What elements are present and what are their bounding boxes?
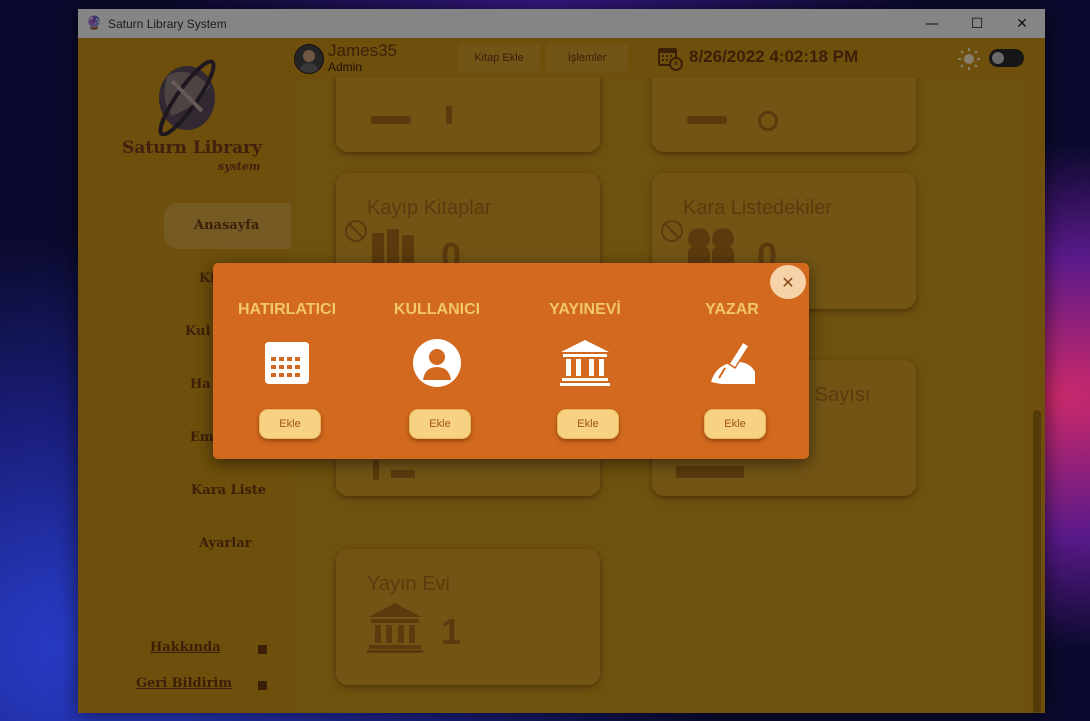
user-icon [413, 339, 461, 387]
add-publisher-button[interactable]: Ekle [557, 409, 619, 439]
author-column: YAZAR Ekle [658, 263, 806, 459]
user-column: KULLANICI Ekle [363, 263, 511, 459]
calendar-icon [265, 342, 309, 384]
add-author-button[interactable]: Ekle [704, 409, 766, 439]
pen-hand-icon [711, 340, 755, 384]
user-title: KULLANICI [393, 301, 481, 318]
publisher-title: YAYINEVİ [549, 301, 621, 318]
author-title: YAZAR [705, 301, 759, 318]
quick-add-modal: ✕ HATIRLATICI Ekle KULLANICI Ekle YAYINE… [213, 263, 809, 459]
reminder-column: HATIRLATICI Ekle [213, 263, 361, 459]
bank-icon [560, 340, 610, 386]
app-window: 🔮 Saturn Library System — ☐ ✕ Saturn Lib… [78, 9, 1045, 713]
publisher-column: YAYINEVİ Ekle [511, 263, 659, 459]
add-reminder-button[interactable]: Ekle [259, 409, 321, 439]
add-user-button[interactable]: Ekle [409, 409, 471, 439]
reminder-title: HATIRLATICI [237, 301, 337, 318]
